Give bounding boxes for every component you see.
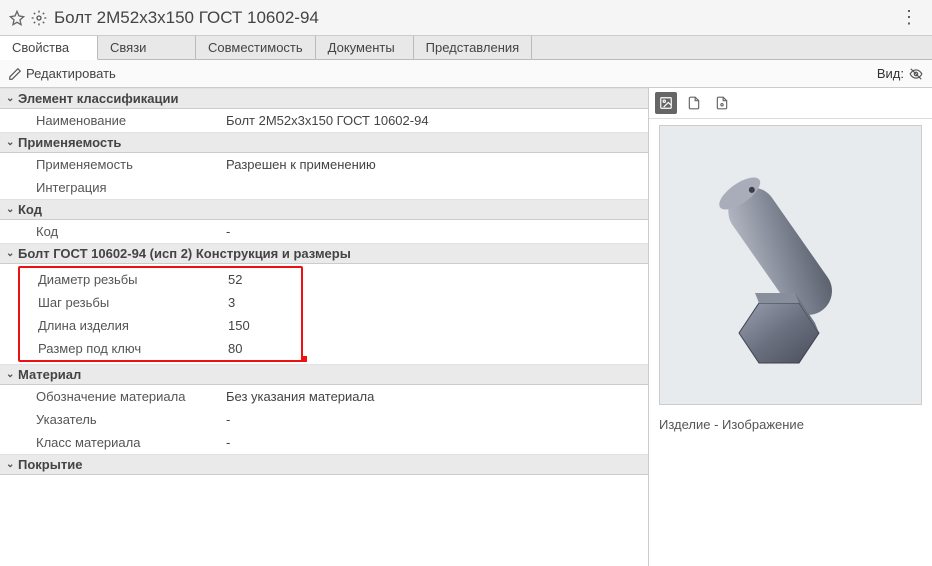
material-designation-label: Обозначение материала — [36, 389, 226, 404]
chevron-down-icon: ⌄ — [6, 137, 18, 148]
bolt-rendering-icon — [671, 145, 911, 385]
gear-icon — [30, 9, 48, 27]
chevron-down-icon: ⌄ — [6, 459, 18, 470]
tab-views[interactable]: Представления — [414, 36, 533, 59]
chevron-down-icon: ⌄ — [6, 93, 18, 104]
section-applicability[interactable]: ⌄ Применяемость — [0, 132, 648, 153]
title-bar: Болт 2М52х3х150 ГОСТ 10602-94 ⋮ — [0, 0, 932, 36]
thread-dia-value: 52 — [228, 272, 301, 287]
applicability-label: Применяемость — [36, 157, 226, 172]
row-material-class: Класс материала - — [0, 431, 648, 454]
tab-compatibility[interactable]: Совместимость — [196, 36, 316, 59]
tab-relations[interactable]: Связи — [98, 36, 196, 59]
thread-dia-label: Диаметр резьбы — [38, 272, 228, 287]
properties-panel: ⌄ Элемент классификации Наименование Бол… — [0, 88, 649, 566]
content: ⌄ Элемент классификации Наименование Бол… — [0, 88, 932, 566]
tab-properties[interactable]: Свойства — [0, 36, 98, 60]
row-material-designation: Обозначение материала Без указания матер… — [0, 385, 648, 408]
pencil-icon — [8, 67, 22, 81]
chevron-down-icon: ⌄ — [6, 369, 18, 380]
row-pitch: Шаг резьбы 3 — [20, 291, 301, 314]
code-value: - — [226, 224, 648, 239]
chevron-down-icon: ⌄ — [6, 248, 18, 259]
row-wrench: Размер под ключ 80 — [20, 337, 301, 360]
page-title: Болт 2М52х3х150 ГОСТ 10602-94 — [54, 8, 894, 28]
material-class-label: Класс материала — [36, 435, 226, 450]
material-indicator-label: Указатель — [36, 412, 226, 427]
section-code[interactable]: ⌄ Код — [0, 199, 648, 220]
row-applicability: Применяемость Разрешен к применению — [0, 153, 648, 176]
view-toggle-icon[interactable] — [908, 67, 924, 81]
view-label: Вид: — [877, 66, 904, 81]
length-label: Длина изделия — [38, 318, 228, 333]
code-label: Код — [36, 224, 226, 239]
preview-doc2-button[interactable] — [711, 92, 733, 114]
preview-panel: Изделие - Изображение — [649, 88, 932, 566]
preview-caption: Изделие - Изображение — [659, 417, 922, 432]
toolbar: Редактировать Вид: — [0, 60, 932, 88]
material-class-value: - — [226, 435, 648, 450]
section-material[interactable]: ⌄ Материал — [0, 364, 648, 385]
row-code: Код - — [0, 220, 648, 243]
wrench-label: Размер под ключ — [38, 341, 228, 356]
row-thread-dia: Диаметр резьбы 52 — [20, 268, 301, 291]
length-value: 150 — [228, 318, 301, 333]
chevron-down-icon: ⌄ — [6, 204, 18, 215]
row-material-indicator: Указатель - — [0, 408, 648, 431]
applicability-value: Разрешен к применению — [226, 157, 648, 172]
pitch-label: Шаг резьбы — [38, 295, 228, 310]
wrench-value: 80 — [228, 341, 301, 356]
preview-image — [659, 125, 922, 405]
section-coating[interactable]: ⌄ Покрытие — [0, 454, 648, 475]
pitch-value: 3 — [228, 295, 301, 310]
dimensions-highlight: Диаметр резьбы 52 Шаг резьбы 3 Длина изд… — [18, 266, 303, 362]
menu-dots-icon[interactable]: ⋮ — [894, 7, 924, 28]
name-label: Наименование — [36, 113, 226, 128]
edit-button[interactable]: Редактировать — [8, 66, 116, 81]
row-name: Наименование Болт 2М52х3х150 ГОСТ 10602-… — [0, 109, 648, 132]
preview-image-button[interactable] — [655, 92, 677, 114]
row-length: Длина изделия 150 — [20, 314, 301, 337]
section-classification[interactable]: ⌄ Элемент классификации — [0, 88, 648, 109]
name-value: Болт 2М52х3х150 ГОСТ 10602-94 — [226, 113, 648, 128]
row-integration: Интеграция — [0, 176, 648, 199]
material-indicator-value: - — [226, 412, 648, 427]
edit-label: Редактировать — [26, 66, 116, 81]
material-designation-value: Без указания материала — [226, 389, 648, 404]
preview-toolbar — [649, 88, 932, 119]
favorite-star-icon[interactable] — [8, 9, 26, 27]
preview-doc-button[interactable] — [683, 92, 705, 114]
section-dimensions[interactable]: ⌄ Болт ГОСТ 10602-94 (исп 2) Конструкция… — [0, 243, 648, 264]
tabs: Свойства Связи Совместимость Документы П… — [0, 36, 932, 60]
tab-documents[interactable]: Документы — [316, 36, 414, 59]
